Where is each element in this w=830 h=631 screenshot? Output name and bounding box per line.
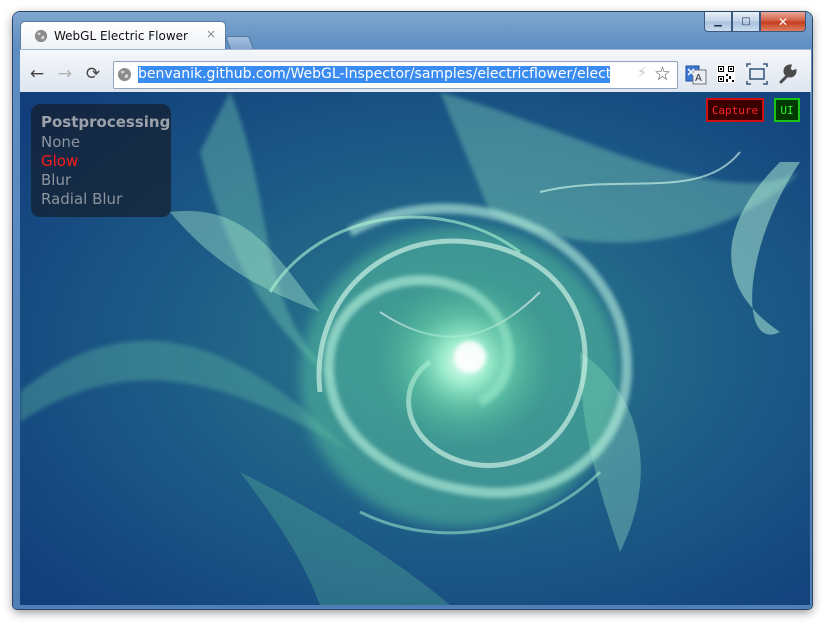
address-bar[interactable]: benvanik.github.com/WebGL-Inspector/samp… <box>113 61 678 89</box>
menu-item-radial-blur[interactable]: Radial Blur <box>41 190 122 208</box>
forward-button[interactable]: → <box>54 63 76 85</box>
reload-button[interactable]: ⟳ <box>82 63 104 85</box>
ui-button[interactable]: UI <box>774 98 800 122</box>
close-tab-icon[interactable]: × <box>206 27 216 41</box>
globe-icon <box>34 29 48 42</box>
tab-title: WebGL Electric Flower <box>54 28 188 43</box>
window-controls: ▁ □ ✕ <box>704 12 806 32</box>
address-text[interactable]: benvanik.github.com/WebGL-Inspector/samp… <box>138 66 610 83</box>
maximize-button[interactable]: □ <box>732 12 760 32</box>
minimize-button[interactable]: ▁ <box>704 12 732 32</box>
close-window-button[interactable]: ✕ <box>760 12 806 32</box>
bolt-icon[interactable]: ⚡ <box>637 65 647 81</box>
fullscreen-icon[interactable] <box>746 63 768 85</box>
menu-item-glow[interactable]: Glow <box>41 152 78 170</box>
menu-item-blur[interactable]: Blur <box>41 171 71 189</box>
star-icon[interactable]: ☆ <box>654 63 671 85</box>
back-button[interactable]: ← <box>26 63 48 85</box>
translate-icon[interactable]: A <box>685 63 707 85</box>
webgl-canvas-page: Postprocessing None Glow Blur Radial Blu… <box>20 92 810 605</box>
svg-text:A: A <box>695 73 702 84</box>
menu-title: Postprocessing <box>41 113 171 131</box>
tab-webgl-electric-flower[interactable]: WebGL Electric Flower × <box>20 21 226 49</box>
qr-code-icon[interactable] <box>715 63 737 85</box>
capture-button[interactable]: Capture <box>706 98 764 122</box>
postprocessing-menu: Postprocessing None Glow Blur Radial Blu… <box>31 104 171 217</box>
menu-item-none[interactable]: None <box>41 133 80 151</box>
globe-icon <box>117 67 132 82</box>
wrench-icon[interactable] <box>776 63 798 85</box>
